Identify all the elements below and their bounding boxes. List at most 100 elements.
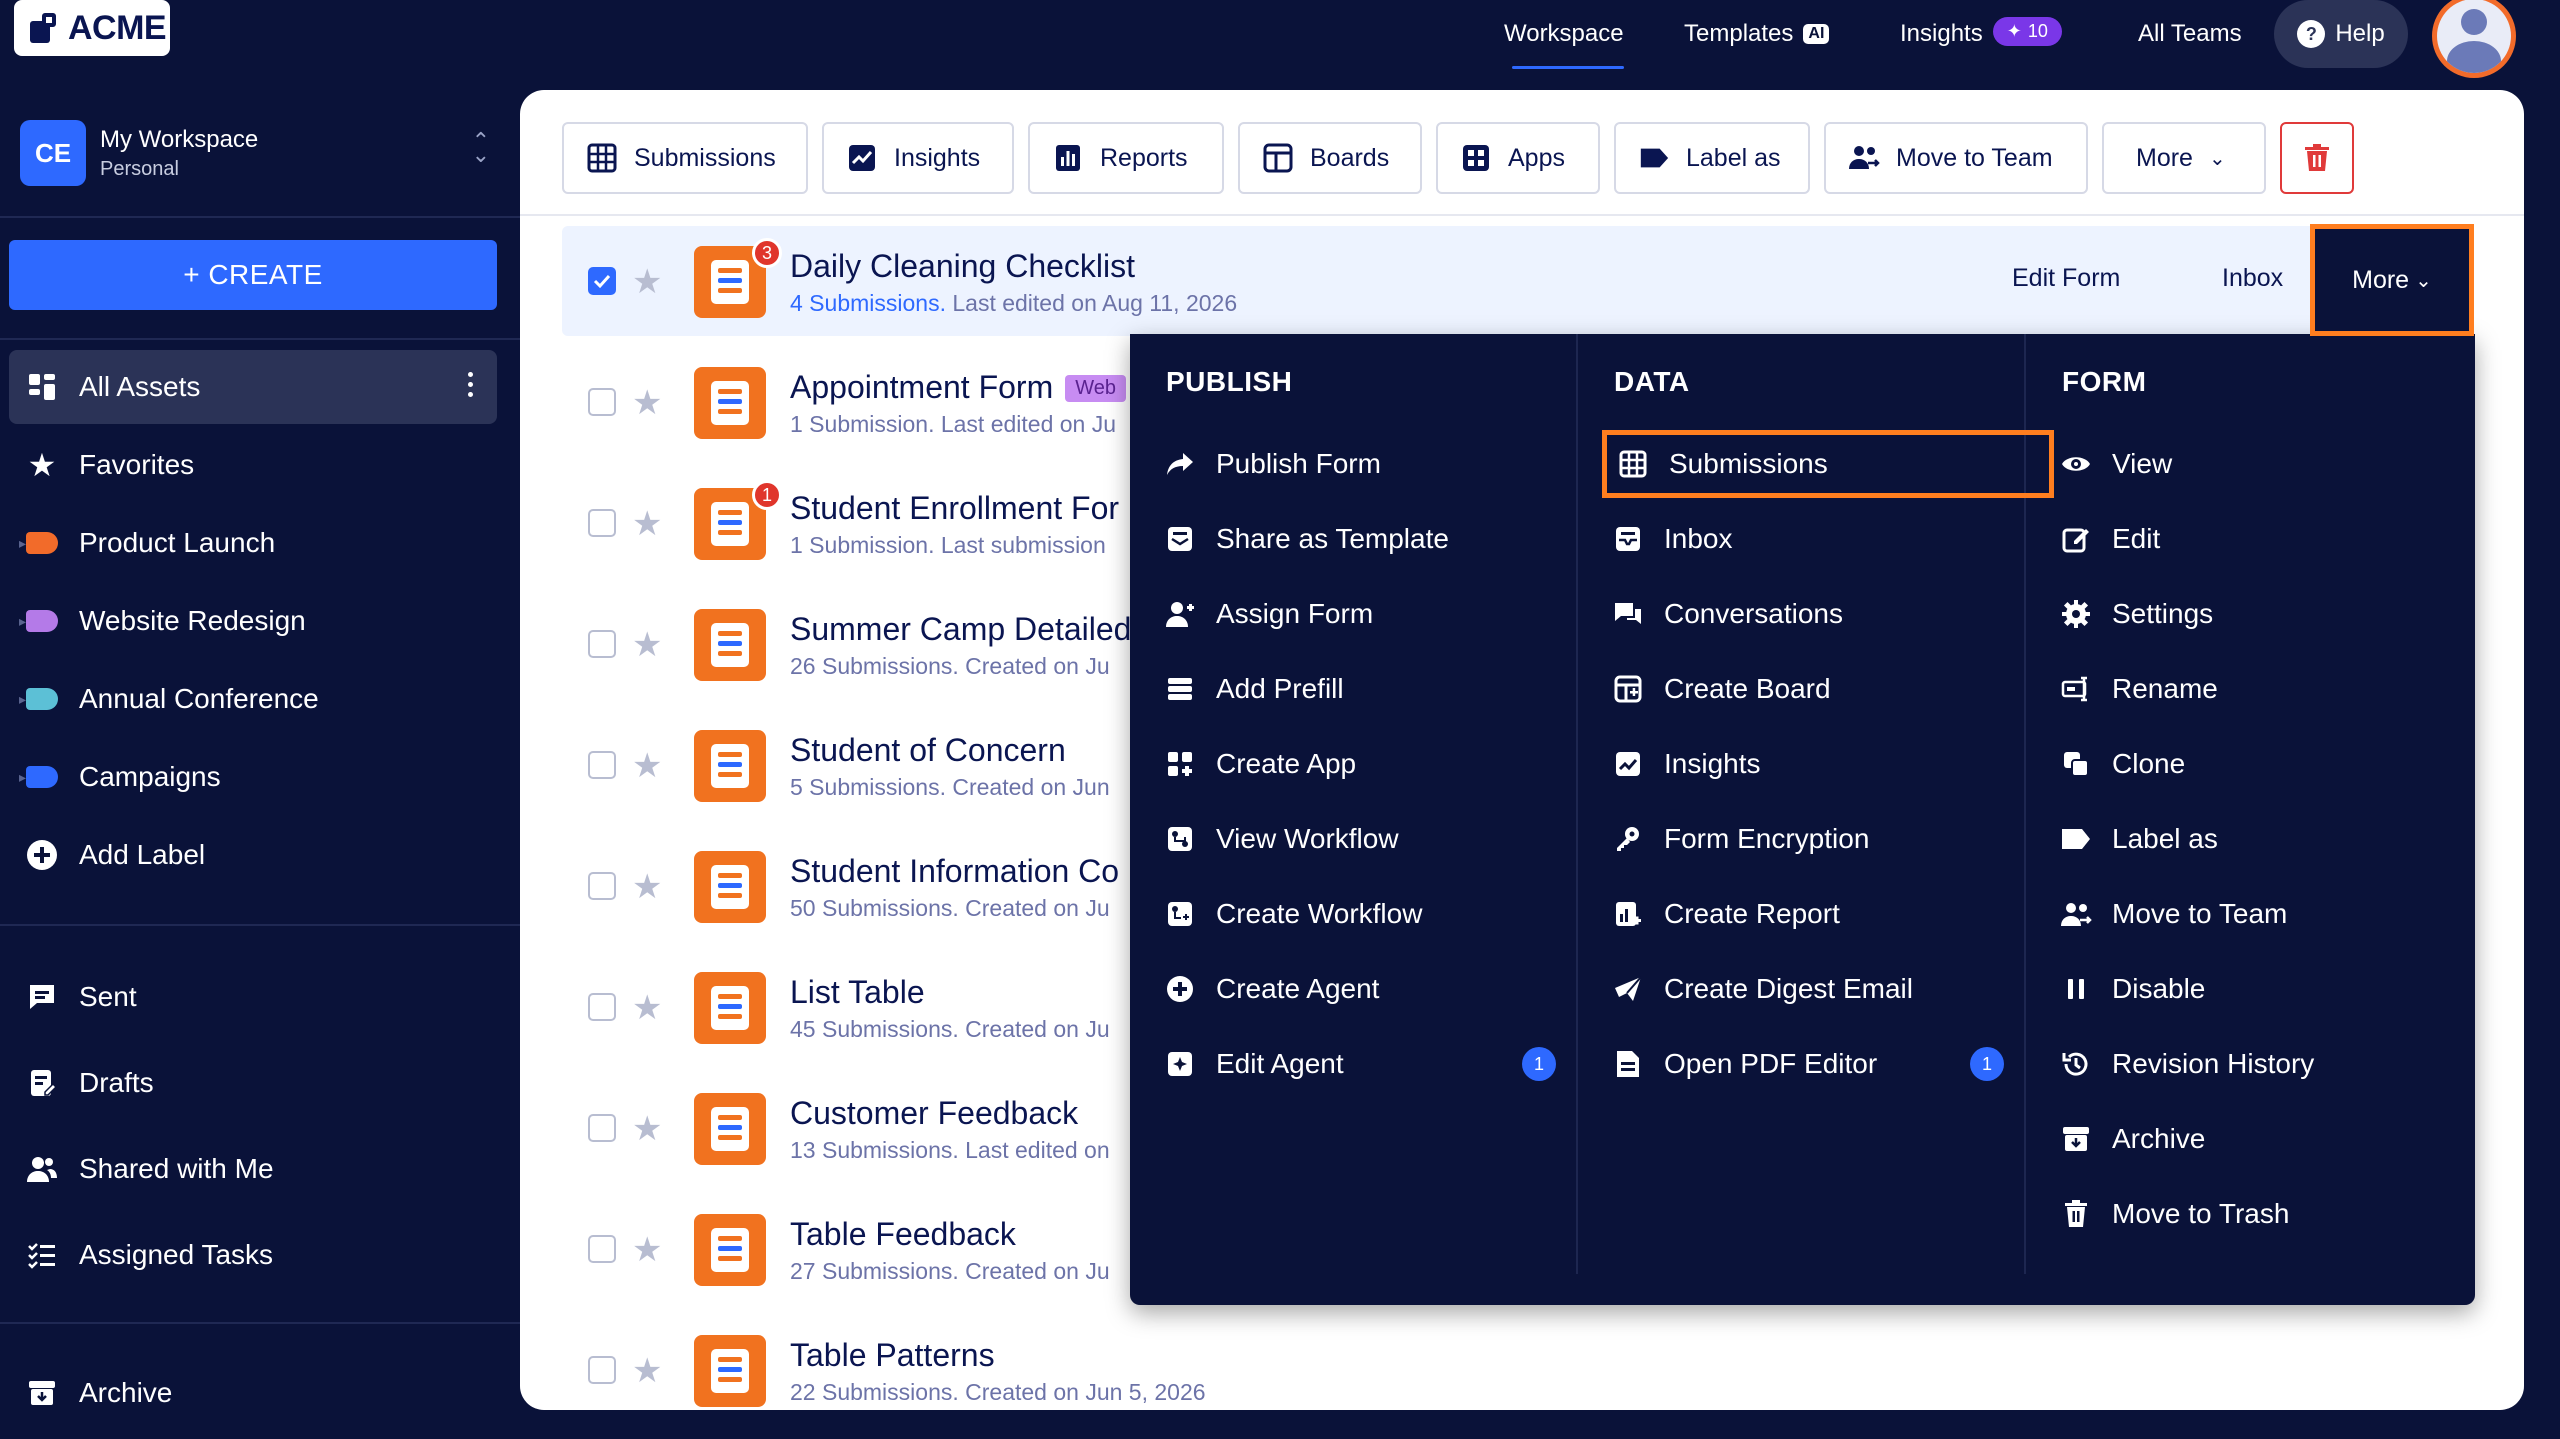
help-button[interactable]: ? Help bbox=[2274, 0, 2408, 68]
menu-share-as-template[interactable]: Share as Template bbox=[1156, 505, 1556, 573]
submissions-button[interactable]: Submissions bbox=[562, 122, 808, 194]
menu-view[interactable]: View bbox=[2052, 430, 2452, 498]
user-avatar[interactable] bbox=[2432, 0, 2516, 78]
menu-label-as[interactable]: Label as bbox=[2052, 805, 2452, 873]
nav-workspace[interactable]: Workspace bbox=[1504, 20, 1624, 48]
menu-move-to-trash[interactable]: Move to Trash bbox=[2052, 1180, 2452, 1248]
form-title[interactable]: Customer Feedback bbox=[790, 1095, 1078, 1132]
favorite-star-icon[interactable]: ★ bbox=[632, 625, 662, 665]
menu-create-workflow[interactable]: Create Workflow bbox=[1156, 880, 1556, 948]
favorite-star-icon[interactable]: ★ bbox=[632, 1230, 662, 1270]
more-dropdown-button[interactable]: More ⌄ bbox=[2102, 122, 2266, 194]
sidebar-item-shared-with-me[interactable]: Shared with Me bbox=[9, 1132, 497, 1206]
favorite-star-icon[interactable]: ★ bbox=[632, 867, 662, 907]
key-icon bbox=[1612, 823, 1644, 855]
menu-form-encryption[interactable]: Form Encryption bbox=[1604, 805, 2004, 873]
favorite-star-icon[interactable]: ★ bbox=[632, 1109, 662, 1149]
menu-submissions[interactable]: Submissions bbox=[1602, 430, 2054, 498]
move-to-team-button[interactable]: Move to Team bbox=[1824, 122, 2088, 194]
sidebar-item-campaigns[interactable]: ▸ Campaigns bbox=[9, 740, 497, 814]
caret-right-icon[interactable]: ▸ bbox=[19, 613, 26, 630]
form-row[interactable]: ★ 3 Daily Cleaning Checklist 4 Submissio… bbox=[562, 226, 2462, 336]
menu-create-digest-email[interactable]: Create Digest Email bbox=[1604, 955, 2004, 1023]
row-checkbox[interactable] bbox=[588, 1235, 616, 1263]
row-more-button[interactable]: More ⌄ bbox=[2310, 224, 2474, 336]
sidebar-item-product-launch[interactable]: ▸ Product Launch bbox=[9, 506, 497, 580]
menu-move-to-team[interactable]: Move to Team bbox=[2052, 880, 2452, 948]
menu-clone[interactable]: Clone bbox=[2052, 730, 2452, 798]
insights-button[interactable]: Insights bbox=[822, 122, 1014, 194]
form-title[interactable]: Student Enrollment For bbox=[790, 490, 1119, 527]
menu-edit-agent[interactable]: Edit Agent 1 bbox=[1156, 1030, 1556, 1098]
apps-button[interactable]: Apps bbox=[1436, 122, 1600, 194]
reports-button[interactable]: Reports bbox=[1028, 122, 1224, 194]
favorite-star-icon[interactable]: ★ bbox=[632, 262, 662, 302]
menu-add-prefill[interactable]: Add Prefill bbox=[1156, 655, 1556, 723]
menu-create-agent[interactable]: Create Agent bbox=[1156, 955, 1556, 1023]
sidebar-item-website-redesign[interactable]: ▸ Website Redesign bbox=[9, 584, 497, 658]
form-row[interactable]: ★ Table Patterns 22 Submissions. Created… bbox=[562, 1315, 2462, 1410]
menu-disable[interactable]: Disable bbox=[2052, 955, 2452, 1023]
menu-inbox[interactable]: Inbox bbox=[1604, 505, 2004, 573]
menu-edit[interactable]: Edit bbox=[2052, 505, 2452, 573]
row-checkbox[interactable] bbox=[588, 267, 616, 295]
sidebar-item-drafts[interactable]: Drafts bbox=[9, 1046, 497, 1120]
menu-publish-form[interactable]: Publish Form bbox=[1156, 430, 1556, 498]
menu-create-report[interactable]: Create Report bbox=[1604, 880, 2004, 948]
menu-assign-form[interactable]: Assign Form bbox=[1156, 580, 1556, 648]
form-title[interactable]: Appointment Form Web bbox=[790, 369, 1126, 406]
menu-conversations[interactable]: Conversations bbox=[1604, 580, 2004, 648]
menu-open-pdf-editor[interactable]: Open PDF Editor 1 bbox=[1604, 1030, 2004, 1098]
delete-button[interactable] bbox=[2280, 122, 2354, 194]
sidebar-item-annual-conference[interactable]: ▸ Annual Conference bbox=[9, 662, 497, 736]
nav-insights[interactable]: Insights ✦ 10 bbox=[1900, 14, 2062, 48]
form-title[interactable]: Table Feedback bbox=[790, 1216, 1016, 1253]
row-checkbox[interactable] bbox=[588, 751, 616, 779]
kebab-menu-icon[interactable] bbox=[468, 372, 473, 397]
sidebar-item-favorites[interactable]: ★ Favorites bbox=[9, 428, 497, 502]
sidebar-item-sent[interactable]: Sent bbox=[9, 960, 497, 1034]
row-checkbox[interactable] bbox=[588, 993, 616, 1021]
sidebar-item-all-assets[interactable]: All Assets bbox=[9, 350, 497, 424]
row-checkbox[interactable] bbox=[588, 1356, 616, 1384]
caret-right-icon[interactable]: ▸ bbox=[19, 769, 26, 786]
workspace-switcher[interactable]: CE My Workspace Personal ⌃ ⌄ bbox=[20, 118, 490, 188]
favorite-star-icon[interactable]: ★ bbox=[632, 746, 662, 786]
row-checkbox[interactable] bbox=[588, 388, 616, 416]
nav-templates[interactable]: Templates AI bbox=[1684, 20, 1830, 48]
row-checkbox[interactable] bbox=[588, 630, 616, 658]
row-checkbox[interactable] bbox=[588, 872, 616, 900]
boards-button[interactable]: Boards bbox=[1238, 122, 1422, 194]
sidebar-item-add-label[interactable]: Add Label bbox=[9, 818, 497, 892]
menu-settings[interactable]: Settings bbox=[2052, 580, 2452, 648]
menu-create-board[interactable]: Create Board bbox=[1604, 655, 2004, 723]
create-button[interactable]: + CREATE bbox=[9, 240, 497, 310]
favorite-star-icon[interactable]: ★ bbox=[632, 988, 662, 1028]
favorite-star-icon[interactable]: ★ bbox=[632, 504, 662, 544]
sidebar-item-assigned-tasks[interactable]: Assigned Tasks bbox=[9, 1218, 497, 1292]
form-title[interactable]: Summer Camp Detailed bbox=[790, 611, 1131, 648]
form-title[interactable]: List Table bbox=[790, 974, 925, 1011]
form-title[interactable]: Student of Concern bbox=[790, 732, 1066, 769]
form-title[interactable]: Daily Cleaning Checklist bbox=[790, 248, 1135, 285]
menu-archive[interactable]: Archive bbox=[2052, 1105, 2452, 1173]
favorite-star-icon[interactable]: ★ bbox=[632, 383, 662, 423]
sidebar-item-archive[interactable]: Archive bbox=[9, 1356, 497, 1430]
row-checkbox[interactable] bbox=[588, 509, 616, 537]
caret-right-icon[interactable]: ▸ bbox=[19, 691, 26, 708]
inbox-link[interactable]: Inbox bbox=[2222, 264, 2283, 293]
form-title[interactable]: Table Patterns bbox=[790, 1337, 995, 1374]
menu-view-workflow[interactable]: View Workflow bbox=[1156, 805, 1556, 873]
edit-form-link[interactable]: Edit Form bbox=[2012, 264, 2120, 293]
form-title[interactable]: Student Information Co bbox=[790, 853, 1119, 890]
favorite-star-icon[interactable]: ★ bbox=[632, 1351, 662, 1391]
menu-rename[interactable]: Rename bbox=[2052, 655, 2452, 723]
menu-insights[interactable]: Insights bbox=[1604, 730, 2004, 798]
menu-create-app[interactable]: Create App bbox=[1156, 730, 1556, 798]
menu-revision-history[interactable]: Revision History bbox=[2052, 1030, 2452, 1098]
caret-right-icon[interactable]: ▸ bbox=[19, 535, 26, 552]
acme-logo[interactable]: ACME bbox=[14, 0, 170, 56]
row-checkbox[interactable] bbox=[588, 1114, 616, 1142]
nav-all-teams[interactable]: All Teams bbox=[2138, 20, 2242, 48]
label-as-button[interactable]: Label as bbox=[1614, 122, 1810, 194]
